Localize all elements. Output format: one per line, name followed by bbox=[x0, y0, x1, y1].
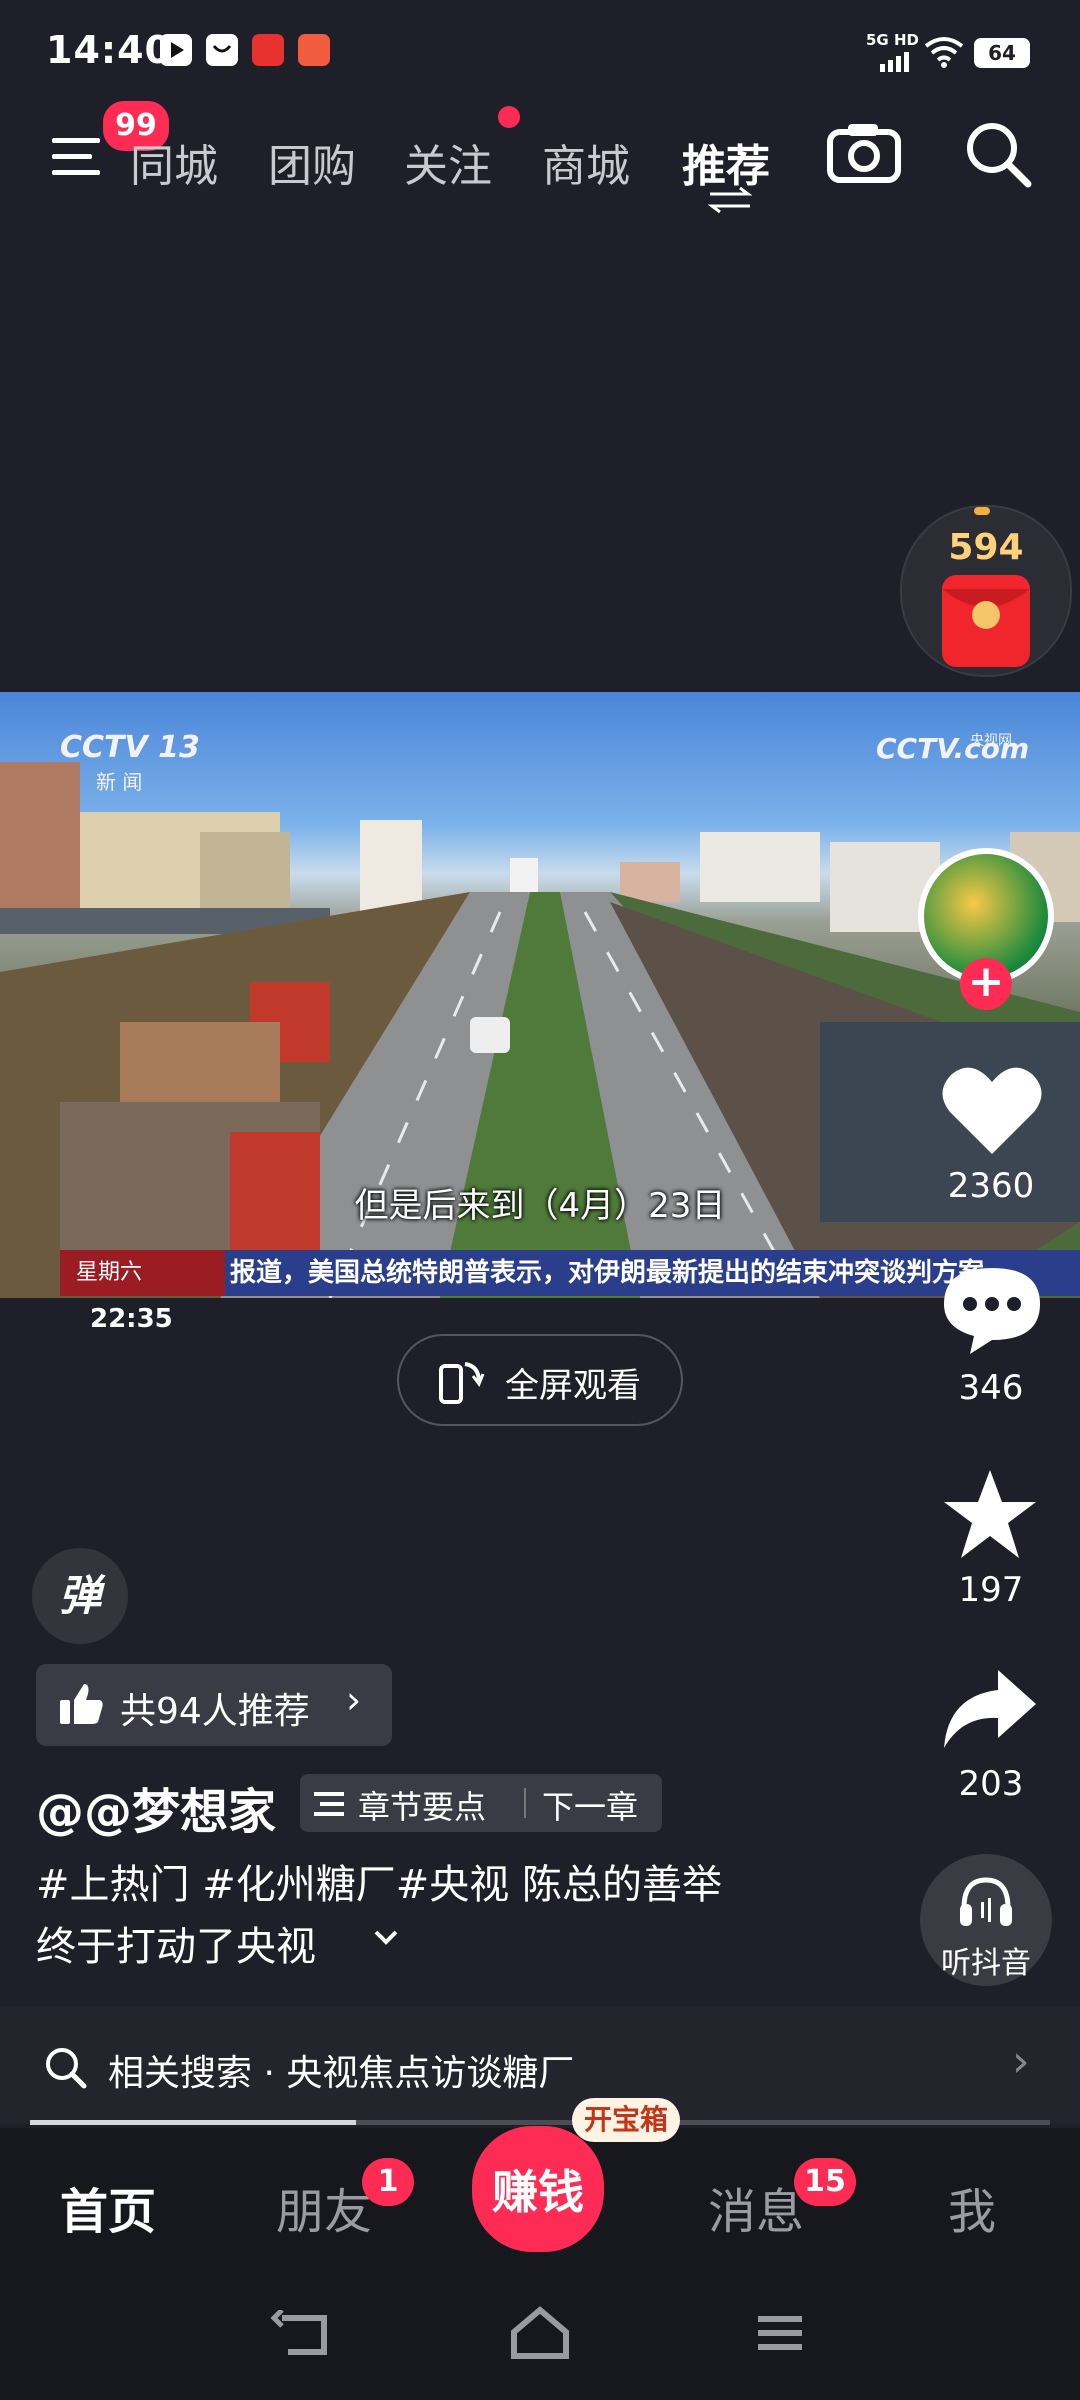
fullscreen-label: 全屏观看 bbox=[505, 1366, 641, 1406]
comments-count: 346 bbox=[958, 1368, 1024, 1408]
video-progress-fill bbox=[30, 2120, 357, 2125]
rotate-screen-icon bbox=[439, 1362, 485, 1404]
search-icon[interactable] bbox=[964, 120, 1034, 190]
earn-button[interactable]: 赚钱 bbox=[472, 2126, 604, 2252]
chevron-right-icon: › bbox=[346, 1678, 362, 1722]
nav-friends[interactable]: 朋友 bbox=[276, 2172, 372, 2242]
home-icon[interactable] bbox=[508, 2306, 572, 2360]
chapter-divider bbox=[524, 1788, 526, 1818]
cctv13-logo: CCTV 13 bbox=[60, 730, 200, 765]
menu-icon[interactable] bbox=[52, 132, 106, 182]
nav-home[interactable]: 首页 bbox=[60, 2172, 156, 2242]
nav-me[interactable]: 我 bbox=[948, 2172, 996, 2242]
nav-messages[interactable]: 消息 bbox=[708, 2172, 804, 2242]
wifi-icon bbox=[924, 37, 964, 68]
news-ticker: 星期六 22:35 报道，美国总统特朗普表示，对伊朗最新提出的结束冲突谈判方案 bbox=[60, 1250, 1080, 1334]
reward-value: 594 bbox=[948, 527, 1024, 568]
tab-local[interactable]: 同城 bbox=[130, 130, 226, 194]
thumbs-up-icon bbox=[60, 1684, 103, 1724]
related-search-bar[interactable]: 相关搜索 · 央视焦点访谈糖厂 › bbox=[0, 2006, 1080, 2125]
tab-group-buy[interactable]: 团购 bbox=[268, 130, 356, 194]
search-icon bbox=[46, 2048, 87, 2089]
reward-progress-mark bbox=[974, 507, 990, 515]
earn-label: 赚钱 bbox=[492, 2165, 584, 2219]
red-envelope-icon bbox=[942, 575, 1030, 667]
friends-badge: 1 bbox=[362, 2158, 414, 2206]
switch-arrows-icon[interactable] bbox=[708, 186, 752, 214]
video-app-icon bbox=[160, 34, 192, 66]
building bbox=[0, 762, 80, 912]
road-scene bbox=[0, 892, 1080, 1298]
network-indicator: 5G HD bbox=[866, 31, 919, 49]
author-name[interactable]: @@梦想家 bbox=[36, 1772, 276, 1842]
reward-widget[interactable]: 594 bbox=[900, 505, 1072, 677]
shopping-app-icon bbox=[252, 34, 284, 66]
tab-following[interactable]: 关注 bbox=[404, 130, 492, 194]
recommend-chip[interactable]: 共94人推荐 › bbox=[36, 1664, 392, 1746]
following-dot bbox=[498, 106, 520, 128]
message-app-icon bbox=[206, 34, 238, 66]
list-icon bbox=[314, 1792, 344, 1816]
top-nav: 99 同城 团购 关注 商城 推荐 bbox=[0, 98, 1080, 214]
star-icon[interactable] bbox=[942, 1468, 1038, 1560]
listen-button[interactable]: 听抖音 bbox=[920, 1854, 1052, 1986]
related-search-dot: · bbox=[263, 2053, 275, 2094]
tab-local-label: 同城 bbox=[130, 141, 218, 192]
video-progress-track[interactable] bbox=[30, 2120, 1050, 2125]
camera-icon[interactable] bbox=[826, 120, 902, 184]
cctv13-sub: 新 闻 bbox=[96, 770, 143, 794]
ticker-text: 报道，美国总统特朗普表示，对伊朗最新提出的结束冲突谈判方案 bbox=[230, 1258, 985, 1288]
related-search-prefix: 相关搜索 bbox=[108, 2053, 253, 2094]
share-icon[interactable] bbox=[942, 1668, 1038, 1750]
related-search-query: 央视焦点访谈糖厂 bbox=[286, 2053, 575, 2094]
ticker-day: 星期六 bbox=[76, 1260, 143, 1285]
recommend-label: 共94人推荐 bbox=[120, 1691, 310, 1732]
cctv-com-small: 央视网 bbox=[970, 733, 1012, 749]
headphones-icon bbox=[960, 1877, 1012, 1926]
recent-apps-icon[interactable] bbox=[754, 2312, 806, 2352]
chevron-right-icon: › bbox=[1012, 2036, 1030, 2087]
chapter-bar[interactable]: 章节要点 下一章 bbox=[300, 1774, 662, 1832]
clock: 14:40 bbox=[46, 28, 172, 72]
signal-icon bbox=[880, 52, 909, 72]
game-app-icon bbox=[298, 34, 330, 66]
messages-badge: 15 bbox=[794, 2158, 856, 2206]
likes-count: 2360 bbox=[947, 1166, 1035, 1206]
tab-mall[interactable]: 商城 bbox=[542, 130, 630, 194]
comment-icon[interactable] bbox=[940, 1264, 1044, 1356]
battery-indicator: 64 bbox=[974, 38, 1030, 68]
favorites-count: 197 bbox=[958, 1570, 1024, 1610]
tab-recommend[interactable]: 推荐 bbox=[682, 130, 770, 194]
treasure-chest-tag[interactable]: 开宝箱 bbox=[572, 2098, 680, 2142]
chapter-points-button[interactable]: 章节要点 bbox=[358, 1782, 486, 1828]
back-icon[interactable] bbox=[270, 2310, 332, 2358]
next-chapter-button[interactable]: 下一章 bbox=[542, 1782, 638, 1828]
caption-line-2[interactable]: 终于打动了央视 bbox=[36, 1914, 316, 1972]
fullscreen-button[interactable]: 全屏观看 bbox=[397, 1334, 683, 1426]
ticker-day-box: 星期六 22:35 bbox=[60, 1250, 225, 1334]
caption-line-1[interactable]: #上热门 #化州糖厂#央视 陈总的善举 bbox=[36, 1852, 722, 1910]
listen-label: 听抖音 bbox=[941, 1946, 1031, 1981]
related-search-text: 相关搜索 · 央视焦点访谈糖厂 bbox=[108, 2044, 574, 2096]
ticker-time: 22:35 bbox=[90, 1304, 173, 1334]
status-bar: 14:40 5G HD 64 bbox=[0, 0, 1080, 100]
heart-icon[interactable] bbox=[940, 1062, 1044, 1158]
video-subtitle: 但是后来到（4月）23日 bbox=[354, 1186, 726, 1226]
chevron-down-icon[interactable] bbox=[372, 1928, 400, 1948]
shares-count: 203 bbox=[958, 1764, 1024, 1804]
follow-plus-button[interactable]: + bbox=[960, 958, 1012, 1010]
danmaku-button[interactable]: 弹 bbox=[32, 1548, 128, 1644]
